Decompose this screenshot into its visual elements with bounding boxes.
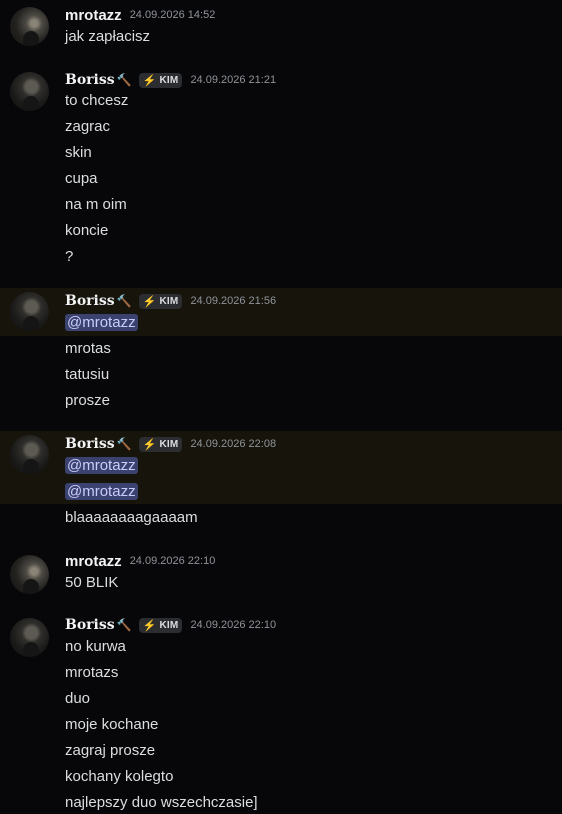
timestamp: 24.09.2026 22:08: [190, 438, 277, 450]
avatar[interactable]: [10, 292, 49, 331]
clan-tag[interactable]: ⚡ KIM: [138, 293, 183, 309]
message-text: zagraj prosze: [65, 742, 156, 759]
message-text: skin: [65, 144, 92, 161]
hammer-icon: 🔨: [116, 437, 132, 451]
message-text: mrotazs: [65, 664, 119, 681]
timestamp: 24.09.2026 22:10: [190, 619, 277, 631]
message-header: Boriss 🔨 ⚡ KIM 24.09.2026 21:21: [65, 71, 276, 89]
username[interactable]: mrotazz: [65, 7, 122, 24]
message-text: prosze: [65, 392, 111, 409]
timestamp: 24.09.2026 14:52: [129, 9, 216, 21]
message-text: @mrotazz: [65, 313, 138, 333]
message-mention-highlight: Boriss 🔨 ⚡ KIM 24.09.2026 22:08 @mrotazz …: [0, 431, 562, 504]
message-text: kochany kolegto: [65, 768, 174, 785]
timestamp: 24.09.2026 22:10: [129, 555, 216, 567]
message-text: duo: [65, 690, 91, 707]
message-text: moje kochane: [65, 716, 159, 733]
hammer-icon: 🔨: [116, 618, 132, 632]
hammer-icon: 🔨: [116, 73, 132, 87]
avatar[interactable]: [10, 72, 49, 111]
message-header: mrotazz 24.09.2026 22:10: [65, 552, 215, 570]
timestamp: 24.09.2026 21:56: [190, 295, 277, 307]
lightning-icon: ⚡: [142, 74, 157, 87]
message-text: no kurwa: [65, 638, 126, 655]
message-text: koncie: [65, 222, 109, 239]
message-text: cupa: [65, 170, 98, 187]
user-mention[interactable]: @mrotazz: [65, 483, 138, 500]
timestamp: 24.09.2026 21:21: [190, 74, 277, 86]
message-text: @mrotazz: [65, 482, 138, 502]
clan-tag-label: KIM: [159, 74, 179, 86]
clan-tag[interactable]: ⚡ KIM: [138, 72, 183, 88]
avatar[interactable]: [10, 555, 49, 594]
user-mention[interactable]: @mrotazz: [65, 314, 138, 331]
lightning-icon: ⚡: [142, 295, 157, 308]
username[interactable]: Boriss: [65, 72, 115, 88]
message: Boriss 🔨 ⚡ KIM 24.09.2026 22:10 no kurwa …: [0, 612, 562, 814]
message-text: na m oim: [65, 196, 127, 213]
message: mrotazz 24.09.2026 22:10 50 BLIK: [0, 548, 562, 598]
avatar[interactable]: [10, 7, 49, 46]
username[interactable]: Boriss: [65, 293, 115, 309]
avatar[interactable]: [10, 618, 49, 657]
message-header: Boriss 🔨 ⚡ KIM 24.09.2026 22:08: [65, 435, 276, 453]
message-text: zagrac: [65, 118, 111, 135]
message-text: 50 BLIK: [65, 574, 119, 591]
message-text: blaaaaaaaagaaaam: [65, 509, 198, 526]
user-mention[interactable]: @mrotazz: [65, 457, 138, 474]
clan-tag-label: KIM: [159, 619, 179, 631]
message-text: tatusiu: [65, 366, 110, 383]
clan-tag-label: KIM: [159, 295, 179, 307]
avatar[interactable]: [10, 435, 49, 474]
message-text: ?: [65, 248, 74, 265]
message-text: jak zapłacisz: [65, 28, 151, 45]
username[interactable]: mrotazz: [65, 553, 122, 570]
username[interactable]: Boriss: [65, 617, 115, 633]
message-header: Boriss 🔨 ⚡ KIM 24.09.2026 21:56: [65, 292, 276, 310]
message-header: Boriss 🔨 ⚡ KIM 24.09.2026 22:10: [65, 616, 276, 634]
hammer-icon: 🔨: [116, 294, 132, 308]
username[interactable]: Boriss: [65, 436, 115, 452]
clan-tag[interactable]: ⚡ KIM: [138, 436, 183, 452]
message-text: @mrotazz: [65, 456, 138, 476]
lightning-icon: ⚡: [142, 619, 157, 632]
message-text: najlepszy duo wszechczasie]: [65, 794, 258, 811]
message-mention-highlight: Boriss 🔨 ⚡ KIM 24.09.2026 21:56 @mrotazz: [0, 288, 562, 336]
message-header: mrotazz 24.09.2026 14:52: [65, 6, 215, 24]
message-text: mrotas: [65, 340, 111, 357]
clan-tag[interactable]: ⚡ KIM: [138, 617, 183, 633]
clan-tag-label: KIM: [159, 438, 179, 450]
lightning-icon: ⚡: [142, 438, 157, 451]
message: Boriss 🔨 ⚡ KIM 24.09.2026 21:21 to chcesz…: [0, 64, 562, 274]
message: mrotazz 24.09.2026 14:52 jak zapłacisz: [0, 0, 562, 60]
message-text: to chcesz: [65, 92, 129, 109]
